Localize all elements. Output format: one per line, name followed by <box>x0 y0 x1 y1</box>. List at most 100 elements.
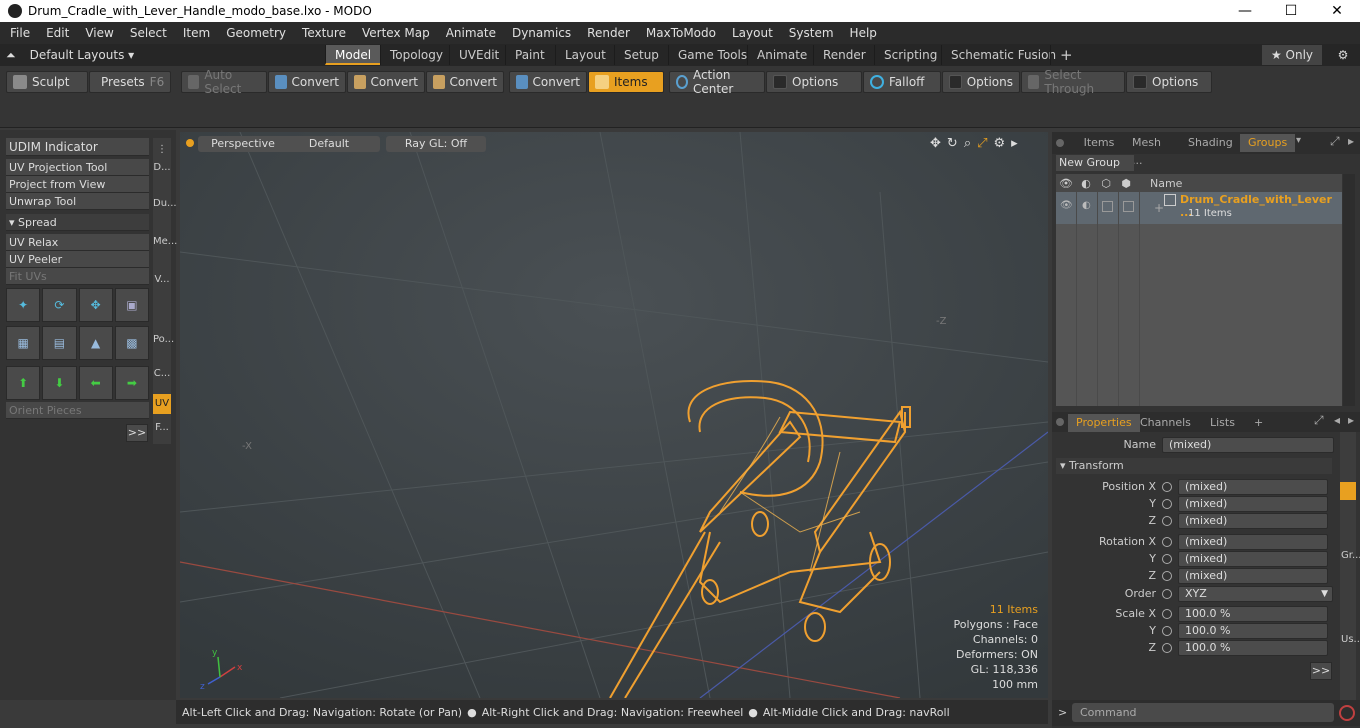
position-x-field[interactable]: (mixed) <box>1178 478 1328 495</box>
project-from-view-button[interactable]: Project from View <box>6 176 149 193</box>
anim-dot-icon[interactable] <box>1162 642 1172 653</box>
vtab-v[interactable]: V... <box>153 274 171 290</box>
minimize-button[interactable]: — <box>1222 0 1268 22</box>
ray-gl-toggle[interactable]: Ray GL: Off <box>386 136 486 152</box>
auto-select-button[interactable]: Auto Select <box>181 68 267 96</box>
row-lock-checkbox[interactable] <box>1102 201 1113 212</box>
3d-viewport[interactable]: -Z -X x y z Perspective Default Ray GL: … <box>180 132 1048 698</box>
scale-y-field[interactable]: 100.0 % <box>1178 622 1328 639</box>
tab-render[interactable]: Render <box>813 45 875 65</box>
anim-dot-icon[interactable] <box>1162 588 1172 599</box>
select-icon[interactable]: ⬢ <box>1116 177 1136 190</box>
presets-button[interactable]: Presets F6 <box>89 71 171 93</box>
scale-z-field[interactable]: 100.0 % <box>1178 639 1328 656</box>
gear-icon[interactable]: ⚙ <box>1333 45 1353 65</box>
orient-pieces-button[interactable]: Orient Pieces <box>6 402 149 419</box>
tab-layout[interactable]: Layout <box>555 45 615 65</box>
vtab-c[interactable]: C... <box>153 368 171 384</box>
group-row[interactable]: 👁 ◐ + Drum_Cradle_with_Lever ... 11 Item… <box>1056 192 1342 224</box>
action-center-options-button[interactable]: Options <box>766 71 862 93</box>
menu-view[interactable]: View <box>77 26 121 40</box>
uv-move-icon[interactable]: ✥ <box>78 288 113 322</box>
maximize-button[interactable]: ☐ <box>1268 0 1314 22</box>
udim-indicator-button[interactable]: UDIM Indicator <box>6 138 149 156</box>
vtab-uv[interactable]: UV <box>153 394 171 414</box>
shading-dropdown[interactable]: Default <box>278 136 380 152</box>
close-button[interactable]: ✕ <box>1314 0 1360 22</box>
add-tab-button[interactable]: + <box>1246 414 1271 432</box>
convert-polygons-button[interactable]: Convert <box>426 71 504 93</box>
expand-plus-icon[interactable]: + <box>1154 201 1164 215</box>
properties-menu-icon[interactable] <box>1056 418 1064 426</box>
uv-planar-icon[interactable]: ▤ <box>42 326 77 360</box>
properties-arrow-icon[interactable]: ◂ <box>1334 413 1340 427</box>
menu-render[interactable]: Render <box>579 26 638 40</box>
menu-maxtomodo[interactable]: MaxToModo <box>638 26 724 40</box>
order-dropdown[interactable]: XYZ ▼ <box>1178 585 1333 602</box>
position-z-field[interactable]: (mixed) <box>1178 512 1328 529</box>
tab-animate[interactable]: Animate <box>747 45 816 65</box>
tab-items[interactable]: Items <box>1070 134 1128 152</box>
sculpt-button[interactable]: Sculpt <box>6 71 88 93</box>
falloff-button[interactable]: Falloff <box>863 71 941 93</box>
convert-vertices-button[interactable]: Convert <box>268 71 346 93</box>
tab-paint[interactable]: Paint <box>505 45 554 65</box>
more-tools-button[interactable]: >> <box>126 424 148 442</box>
tab-topology[interactable]: Topology <box>380 45 452 65</box>
vtab-du[interactable]: Du... <box>153 198 177 214</box>
menu-vertex-map[interactable]: Vertex Map <box>354 26 438 40</box>
anim-dot-icon[interactable] <box>1162 625 1172 636</box>
anim-dot-icon[interactable] <box>1162 515 1172 526</box>
add-tab-button[interactable]: + <box>1050 45 1082 65</box>
uv-peeler-button[interactable]: UV Peeler <box>6 251 149 268</box>
menu-edit[interactable]: Edit <box>38 26 77 40</box>
position-y-field[interactable]: (mixed) <box>1178 495 1328 512</box>
name-field[interactable]: (mixed) <box>1162 436 1334 453</box>
tab-game-tools[interactable]: Game Tools <box>668 45 756 65</box>
panel-arrow-icon[interactable]: ▸ <box>1348 134 1354 148</box>
fit-uvs-button[interactable]: Fit UVs <box>6 268 149 285</box>
spread-section-header[interactable]: ▾ Spread <box>6 214 149 231</box>
expand-panel-icon[interactable]: ⤢ <box>1330 134 1340 149</box>
groups-scrollbar[interactable] <box>1343 174 1355 406</box>
unwrap-tool-button[interactable]: Unwrap Tool <box>6 193 149 210</box>
transform-section-header[interactable]: ▾ Transform <box>1056 458 1332 474</box>
convert-edges-button[interactable]: Convert <box>347 71 425 93</box>
command-input[interactable]: Command <box>1072 703 1334 722</box>
uv-projection-tool-button[interactable]: UV Projection Tool <box>6 159 149 176</box>
panel-menu-icon[interactable] <box>1056 139 1064 147</box>
anim-dot-icon[interactable] <box>1162 498 1172 509</box>
menu-system[interactable]: System <box>781 26 842 40</box>
arrow-down-icon[interactable]: ⬇ <box>42 366 77 400</box>
row-select-checkbox[interactable] <box>1123 201 1134 212</box>
render-icon[interactable]: ◐ <box>1076 177 1096 190</box>
row-eye-icon[interactable]: 👁 <box>1060 200 1073 211</box>
row-render-icon[interactable]: ◐ <box>1082 200 1091 211</box>
menu-select[interactable]: Select <box>122 26 175 40</box>
tab-uvedit[interactable]: UVEdit <box>449 45 508 65</box>
anim-dot-icon[interactable] <box>1162 481 1172 492</box>
items-mode-button[interactable]: Items <box>588 71 664 93</box>
rotation-y-field[interactable]: (mixed) <box>1178 550 1328 567</box>
uv-grid-icon[interactable]: ▩ <box>114 326 149 360</box>
select-through-options-button[interactable]: Options <box>1126 71 1212 93</box>
action-center-button[interactable]: Action Center <box>669 68 765 96</box>
pan-icon[interactable]: ✥ <box>930 136 947 151</box>
visibility-eye-icon[interactable]: 👁 <box>1056 177 1076 190</box>
zoom-icon[interactable]: ⌕ <box>964 136 977 151</box>
tab-channels[interactable]: Channels <box>1132 414 1199 432</box>
side-tab-us[interactable]: Us... <box>1341 634 1360 645</box>
tab-shading[interactable]: Shading <box>1180 134 1241 152</box>
tab-setup[interactable]: Setup <box>614 45 668 65</box>
menu-texture[interactable]: Texture <box>294 26 354 40</box>
vtab-f[interactable]: F... <box>153 422 171 438</box>
more-properties-button[interactable]: >> <box>1310 662 1332 680</box>
anim-dot-icon[interactable] <box>1162 570 1172 581</box>
uv-box-icon[interactable]: ▣ <box>114 288 149 322</box>
vtab-me[interactable]: Me... <box>153 236 177 252</box>
uv-relax-button[interactable]: UV Relax <box>6 234 149 251</box>
expand-arrow-icon[interactable]: ▸ <box>1011 136 1024 151</box>
rotation-z-field[interactable]: (mixed) <box>1178 567 1328 584</box>
side-tab-gr[interactable]: Gr... <box>1341 550 1360 561</box>
record-icon[interactable] <box>1339 705 1355 721</box>
